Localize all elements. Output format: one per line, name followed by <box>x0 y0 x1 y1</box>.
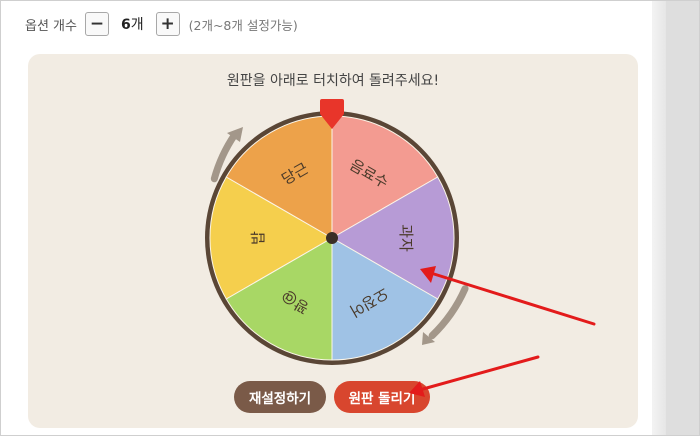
decrease-button[interactable]: − <box>84 12 109 36</box>
option-range-hint: (2개~8개 설정가능) <box>188 17 298 33</box>
wheel-segment-label: 밥 <box>249 231 267 245</box>
option-count-number: 6 <box>120 17 131 33</box>
plus-icon: + <box>160 13 175 34</box>
reset-button[interactable]: 재설정하기 <box>234 381 326 413</box>
option-count-value: 6개 <box>121 14 144 34</box>
roulette-wheel[interactable]: 밥당근 음료수과자오징어꽝@ <box>28 54 638 428</box>
spin-button[interactable]: 원판 돌리기 <box>334 381 430 413</box>
page: 옵션 개수 − 6개 + (2개~8개 설정가능) 원판을 아래로 터치하여 돌… <box>0 0 652 436</box>
wheel-segment-label: 과자 <box>397 224 415 252</box>
option-count-unit: 개 <box>130 17 144 33</box>
option-count-row: 옵션 개수 − 6개 + (2개~8개 설정가능) <box>25 9 298 39</box>
roulette-card: 원판을 아래로 터치하여 돌려주세요! 밥 당근 음료수 과자 오징어 꽝@ 재설정하기 … <box>28 54 638 428</box>
increase-button[interactable]: + <box>155 12 180 36</box>
page-edge-shadow <box>652 0 666 436</box>
wheel-center-dot <box>326 232 338 244</box>
minus-icon: − <box>89 13 105 34</box>
option-count-label: 옵션 개수 <box>25 18 77 34</box>
